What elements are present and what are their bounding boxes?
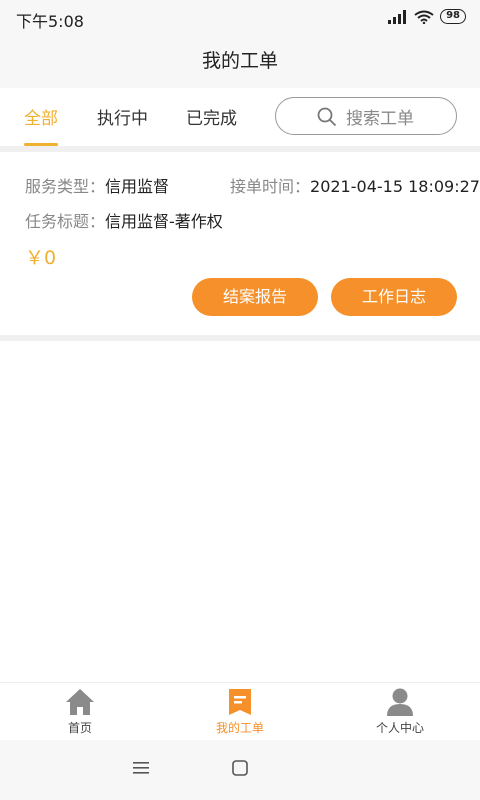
person-icon — [387, 688, 413, 716]
order-card[interactable]: 服务类型：信用监督 接单时间：2021-04-15 18:09:27 任务标题：… — [0, 152, 480, 335]
battery-icon: 98 — [440, 9, 466, 24]
menu-icon[interactable] — [133, 760, 149, 776]
home-button-icon[interactable] — [232, 760, 248, 776]
service-type-label: 服务类型： — [25, 177, 106, 196]
nav-home-label: 首页 — [67, 721, 92, 735]
home-icon — [66, 689, 94, 715]
service-type-value: 信用监督 — [105, 177, 170, 196]
order-price: ￥0 — [25, 247, 57, 269]
task-title-row: 任务标题：信用监督-著作权 — [25, 208, 223, 232]
task-title-label: 任务标题： — [25, 212, 106, 231]
status-time: 下午5:08 — [16, 12, 84, 31]
search-input[interactable]: 搜索工单 — [275, 97, 457, 135]
tab-bar: 全部 执行中 已完成 搜索工单 — [0, 88, 480, 146]
nav-profile-label: 个人中心 — [375, 721, 424, 735]
tab-all[interactable]: 全部 — [24, 104, 58, 129]
nav-my-orders[interactable]: 我的工单 — [200, 687, 280, 736]
accept-time-label: 接单时间： — [230, 177, 311, 196]
work-order-icon — [229, 689, 251, 715]
title-bar: 我的工单 — [0, 34, 480, 88]
tab-in-progress[interactable]: 执行中 — [97, 104, 148, 129]
divider — [0, 335, 480, 341]
system-nav-bar — [0, 740, 480, 800]
nav-my-orders-label: 我的工单 — [215, 721, 264, 735]
task-title-value: 信用监督-著作权 — [105, 212, 223, 231]
nav-home[interactable]: 首页 — [40, 687, 120, 736]
accept-time-value: 2021-04-15 18:09:27 — [310, 177, 480, 196]
wifi-icon — [414, 10, 434, 24]
nav-profile[interactable]: 个人中心 — [360, 687, 440, 736]
status-bar: 下午5:08 98 — [0, 0, 480, 34]
service-type-row: 服务类型：信用监督 — [25, 173, 169, 197]
work-log-button[interactable]: 工作日志 — [331, 278, 457, 316]
search-icon — [317, 107, 337, 127]
signal-icon — [388, 9, 407, 24]
accept-time-row: 接单时间：2021-04-15 18:09:27 — [230, 173, 480, 197]
page-title: 我的工单 — [201, 50, 278, 72]
status-icons: 98 — [388, 9, 466, 24]
bottom-nav: 首页 我的工单 个人中心 — [0, 682, 480, 740]
closing-report-button[interactable]: 结案报告 — [192, 278, 318, 316]
tab-completed[interactable]: 已完成 — [186, 104, 237, 129]
